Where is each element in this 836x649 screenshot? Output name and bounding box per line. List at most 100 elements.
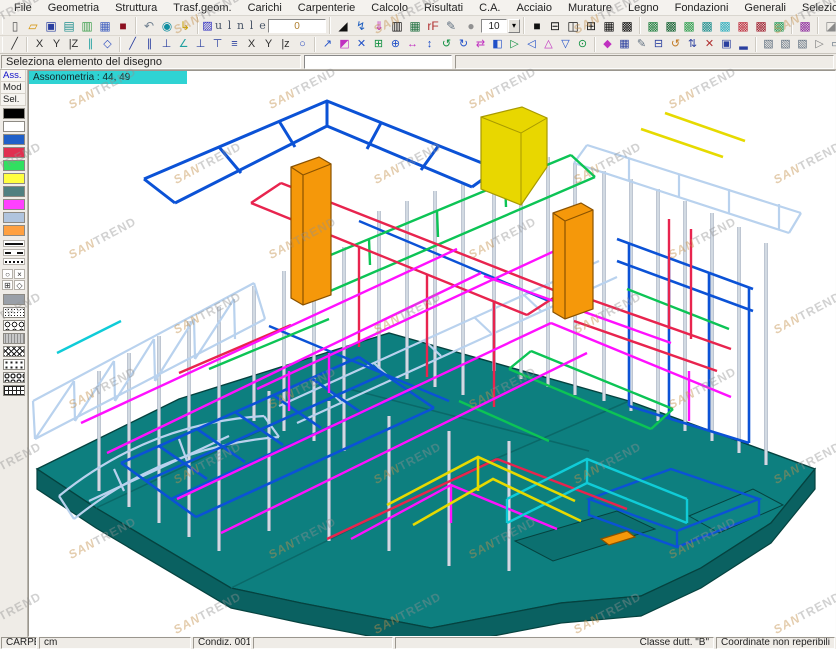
mirror-icon[interactable]: ◧ <box>489 37 506 52</box>
snap-angle-icon[interactable]: ∠ <box>175 37 192 52</box>
film-color-icon[interactable]: ▦ <box>406 17 424 34</box>
element-numbering-button[interactable]: n <box>235 17 246 34</box>
pattern-hdots[interactable] <box>2 333 25 344</box>
eraser-icon[interactable]: ◪ <box>822 17 836 34</box>
pattern-solid[interactable] <box>2 294 25 305</box>
tab-assonometria[interactable]: Ass. <box>0 70 26 82</box>
deselect-icon[interactable]: ▩ <box>734 17 752 34</box>
snap-y-icon[interactable]: Y <box>260 37 277 52</box>
menu-item[interactable]: Murature <box>560 1 620 15</box>
menu-item[interactable]: Carichi <box>240 1 290 15</box>
undo-icon[interactable]: ↶ <box>140 17 158 34</box>
rotate-view-icon[interactable]: ◉ <box>158 17 176 34</box>
window-quad-icon[interactable]: ⊞ <box>582 17 600 34</box>
menu-item[interactable]: Fondazioni <box>667 1 737 15</box>
rotate-cw-icon[interactable]: ↻ <box>455 37 472 52</box>
window-hsplit-icon[interactable]: ⊟ <box>546 17 564 34</box>
menu-item[interactable]: Trasf.geom. <box>165 1 239 15</box>
invert-selection-icon[interactable]: ▩ <box>752 17 770 34</box>
stretch-v-icon[interactable]: ↕ <box>421 37 438 52</box>
measure-pencil-icon[interactable]: ✎ <box>442 17 460 34</box>
color-palette-icon[interactable]: ▨ <box>202 17 213 34</box>
zoom-dropdown-button[interactable]: ▾ <box>508 18 520 33</box>
swatch-orange[interactable] <box>2 225 25 236</box>
menu-item[interactable]: Carpenterie <box>290 1 363 15</box>
save-icon[interactable]: ▣ <box>42 17 60 34</box>
pattern-diamond[interactable] <box>2 346 25 357</box>
window-mosaic-icon[interactable]: ▩ <box>618 17 636 34</box>
swatch-teal[interactable] <box>2 186 25 197</box>
pattern-dots-large[interactable] <box>2 359 25 370</box>
menu-item[interactable]: Geometria <box>40 1 107 15</box>
pattern-crosshatch[interactable] <box>2 385 25 396</box>
rf-filter-icon[interactable]: rF <box>424 17 442 34</box>
stretch-h-icon[interactable]: ↔ <box>404 37 421 52</box>
menu-item[interactable]: C.A. <box>471 1 508 15</box>
break-icon[interactable]: ✕ <box>701 37 718 52</box>
menu-item[interactable]: Calcolo <box>363 1 416 15</box>
select-window-icon[interactable]: ▩ <box>698 17 716 34</box>
menu-item[interactable]: Acciaio <box>509 1 560 15</box>
select-previous-icon[interactable]: ▩ <box>770 17 788 34</box>
lock-x-icon[interactable]: X <box>31 37 48 52</box>
linestyle-dashed[interactable] <box>2 249 25 256</box>
split-icon[interactable]: ⊟ <box>650 37 667 52</box>
select-elements-icon[interactable]: ▩ <box>662 17 680 34</box>
command-input[interactable] <box>304 54 452 69</box>
array-icon[interactable]: ⊞ <box>370 37 387 52</box>
select-all-icon[interactable]: ▩ <box>680 17 698 34</box>
swatch-yellow[interactable] <box>2 173 25 184</box>
menu-item[interactable]: Selezioni <box>794 1 836 15</box>
swatch-black[interactable] <box>2 108 25 119</box>
tab-selezione[interactable]: Sel. <box>0 94 26 106</box>
parallel-icon[interactable]: ∥ <box>82 37 99 52</box>
level-icon[interactable]: ▂ <box>735 37 752 52</box>
swatch-paleblue[interactable] <box>2 212 25 223</box>
select-nodes-icon[interactable]: ▩ <box>644 17 662 34</box>
menu-item[interactable]: Struttura <box>107 1 165 15</box>
flip-icon[interactable]: ⇅ <box>684 37 701 52</box>
lock-y-icon[interactable]: Y <box>48 37 65 52</box>
film-bw-icon[interactable]: ▥ <box>388 17 406 34</box>
window-single-icon[interactable]: ■ <box>528 17 546 34</box>
local-axes-button[interactable]: l <box>246 17 257 34</box>
open-folder-icon[interactable]: ▱ <box>24 17 42 34</box>
align-up-icon[interactable]: △ <box>540 37 557 52</box>
wire-cube3-icon[interactable]: ▧ <box>794 37 811 52</box>
extend-icon[interactable]: ▷ <box>506 37 523 52</box>
wire-cube-icon[interactable]: ▧ <box>760 37 777 52</box>
line-numbering-button[interactable]: l <box>224 17 235 34</box>
drop-view-icon[interactable]: ⇓ <box>370 17 388 34</box>
snap-line-icon[interactable]: ╱ <box>124 37 141 52</box>
join-icon[interactable]: ▣ <box>718 37 735 52</box>
swatch-white[interactable] <box>2 121 25 132</box>
menu-item[interactable]: File <box>6 1 40 15</box>
lasso-icon[interactable]: ○ <box>294 37 311 52</box>
snap-normal-icon[interactable]: ⊥ <box>192 37 209 52</box>
draw-line-icon[interactable]: ╱ <box>6 37 23 52</box>
rotate-copy-icon[interactable]: ↺ <box>667 37 684 52</box>
new-document-icon[interactable]: ▯ <box>6 17 24 34</box>
pattern-rings[interactable] <box>2 320 25 331</box>
snap-top-icon[interactable]: ⊤ <box>209 37 226 52</box>
menu-item[interactable]: Generali <box>736 1 794 15</box>
align-down-icon[interactable]: ▽ <box>557 37 574 52</box>
pattern-circles[interactable] <box>2 372 25 383</box>
wire-cube2-icon[interactable]: ▧ <box>777 37 794 52</box>
swatch-magenta[interactable] <box>2 199 25 210</box>
plane-icon[interactable]: ▭ <box>828 37 836 52</box>
import-icon[interactable]: ▤ <box>60 17 78 34</box>
marker-cross[interactable]: × <box>14 269 25 279</box>
mesh-icon[interactable]: ▦ <box>616 37 633 52</box>
move-icon[interactable]: ↗ <box>319 37 336 52</box>
edit-pencil-icon[interactable]: ✎ <box>633 37 650 52</box>
menu-item[interactable]: Risultati <box>416 1 471 15</box>
swatch-blue[interactable] <box>2 134 25 145</box>
menu-item[interactable]: Legno <box>620 1 667 15</box>
dynamic-view-icon[interactable]: ↯ <box>352 17 370 34</box>
snap-z-icon[interactable]: |z <box>277 37 294 52</box>
selection-filter-icon[interactable]: ▩ <box>796 17 814 34</box>
marker-circle[interactable]: ○ <box>2 269 13 279</box>
delete-icon[interactable]: ✕ <box>353 37 370 52</box>
swap-icon[interactable]: ⇄ <box>472 37 489 52</box>
